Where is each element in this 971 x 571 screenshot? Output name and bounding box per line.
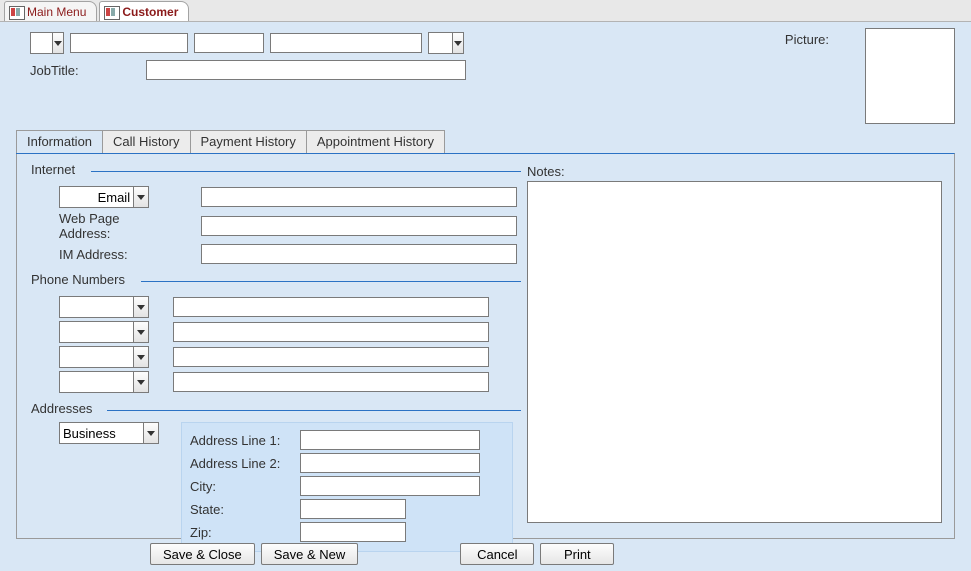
notes-textarea[interactable] [527, 181, 942, 523]
dropdown-icon[interactable] [133, 187, 148, 207]
group-title-phone: Phone Numbers [31, 272, 125, 287]
addr-state-label: State: [190, 502, 300, 517]
group-divider [141, 281, 521, 282]
sub-tab-control: Information Call History Payment History… [16, 130, 955, 539]
webpage-input[interactable] [201, 216, 517, 236]
group-title-addresses: Addresses [31, 401, 92, 416]
cancel-button[interactable]: Cancel [460, 543, 534, 565]
addr-line1-input[interactable] [300, 430, 480, 450]
jobtitle-label: JobTitle: [30, 63, 146, 78]
phone-type-combo[interactable] [59, 371, 149, 393]
phone-type-combo[interactable] [59, 296, 149, 318]
dropdown-icon[interactable] [133, 347, 148, 367]
phone-type-combo[interactable] [59, 346, 149, 368]
suffix-combo-input[interactable] [429, 33, 452, 53]
doc-tab-label: Main Menu [27, 5, 86, 19]
header-area: JobTitle: Picture: [16, 32, 955, 102]
middle-name-input[interactable] [194, 33, 264, 53]
email-input[interactable] [201, 187, 517, 207]
form-body: JobTitle: Picture: Information Call Hist… [0, 22, 971, 571]
email-type-combo[interactable] [59, 186, 149, 208]
tab-call-history[interactable]: Call History [102, 130, 190, 154]
suffix-combo[interactable] [428, 32, 464, 54]
webpage-label: Web Page Address: [31, 211, 171, 241]
form-icon [9, 6, 23, 18]
addr-line2-input[interactable] [300, 453, 480, 473]
customer-form-window: Main Menu Customer JobT [0, 0, 971, 571]
addr-zip-input[interactable] [300, 522, 406, 542]
title-combo-input[interactable] [31, 33, 52, 53]
phone-type-combo[interactable] [59, 321, 149, 343]
phone-type-input[interactable] [60, 347, 133, 367]
phone-value-input[interactable] [173, 347, 489, 367]
addr-zip-label: Zip: [190, 525, 300, 540]
picture-box[interactable] [865, 28, 955, 124]
group-title-internet: Internet [31, 162, 75, 177]
phone-type-input[interactable] [60, 372, 133, 392]
dropdown-icon[interactable] [452, 33, 463, 53]
tab-accent-line [16, 153, 526, 154]
doc-tab-customer[interactable]: Customer [99, 1, 189, 21]
phone-type-input[interactable] [60, 297, 133, 317]
dropdown-icon[interactable] [143, 423, 158, 443]
tab-page-information: Internet Web Page Address: [16, 153, 955, 539]
im-label: IM Address: [31, 247, 171, 262]
document-tabs: Main Menu Customer [0, 0, 971, 22]
first-name-input[interactable] [70, 33, 188, 53]
group-divider [107, 410, 521, 411]
phone-value-input[interactable] [173, 372, 489, 392]
jobtitle-input[interactable] [146, 60, 466, 80]
print-button[interactable]: Print [540, 543, 614, 565]
addr-line2-label: Address Line 2: [190, 456, 300, 471]
picture-area: Picture: [785, 28, 955, 124]
dropdown-icon[interactable] [52, 33, 63, 53]
notes-area: Notes: [527, 164, 942, 526]
save-new-button[interactable]: Save & New [261, 543, 359, 565]
address-type-input[interactable] [60, 423, 143, 443]
dropdown-icon[interactable] [133, 297, 148, 317]
last-name-input[interactable] [270, 33, 422, 53]
phone-value-input[interactable] [173, 297, 489, 317]
dropdown-icon[interactable] [133, 372, 148, 392]
dropdown-icon[interactable] [133, 322, 148, 342]
tab-payment-history[interactable]: Payment History [190, 130, 307, 154]
address-type-combo[interactable] [59, 422, 159, 444]
title-combo[interactable] [30, 32, 64, 54]
addr-city-label: City: [190, 479, 300, 494]
button-row: Save & Close Save & New Cancel Print [0, 543, 971, 565]
save-close-button[interactable]: Save & Close [150, 543, 255, 565]
email-type-input[interactable] [60, 187, 133, 207]
notes-label: Notes: [527, 164, 942, 179]
tab-appointment-history[interactable]: Appointment History [306, 130, 445, 154]
group-divider [91, 171, 521, 172]
phone-value-input[interactable] [173, 322, 489, 342]
im-input[interactable] [201, 244, 517, 264]
tab-information[interactable]: Information [16, 130, 103, 154]
addr-line1-label: Address Line 1: [190, 433, 300, 448]
picture-label: Picture: [785, 32, 829, 47]
addr-state-input[interactable] [300, 499, 406, 519]
form-icon [104, 6, 118, 18]
doc-tab-label: Customer [122, 5, 178, 19]
addr-city-input[interactable] [300, 476, 480, 496]
doc-tab-main-menu[interactable]: Main Menu [4, 1, 97, 21]
address-block: Address Line 1: Address Line 2: City: St… [181, 422, 513, 552]
phone-type-input[interactable] [60, 322, 133, 342]
